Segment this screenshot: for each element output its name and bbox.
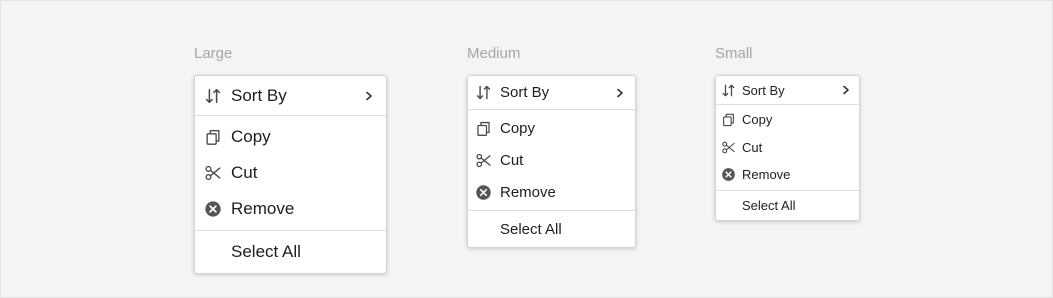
menu-item-remove[interactable]: Remove	[195, 191, 386, 227]
menu-item-copy[interactable]: Copy	[468, 112, 635, 144]
menu-item-label: Remove	[742, 167, 791, 183]
menu-separator	[468, 109, 635, 110]
size-label: Medium	[467, 45, 521, 62]
menu-item-cut[interactable]: Cut	[716, 134, 859, 162]
menu-item-label: Sort By	[742, 82, 785, 98]
remove-circle-icon	[204, 200, 222, 218]
menu-item-select-all[interactable]: Select All	[195, 234, 386, 270]
chevron-right-icon	[615, 88, 625, 98]
menu-item-select-all[interactable]: Select All	[468, 213, 635, 245]
menu-item-copy[interactable]: Copy	[716, 106, 859, 134]
remove-circle-icon	[721, 167, 736, 182]
menu-item-label: Cut	[742, 139, 763, 155]
size-label: Large	[194, 45, 233, 62]
menu-item-label: Remove	[231, 199, 295, 218]
chevron-right-icon	[841, 85, 851, 95]
menu-item-label: Select All	[500, 220, 562, 238]
menu-item-cut[interactable]: Cut	[468, 144, 635, 176]
menu-item-label: Cut	[231, 163, 258, 182]
menu-item-sort-by[interactable]: Sort By	[468, 78, 635, 107]
chevron-right-icon	[364, 91, 374, 101]
menu-item-label: Select All	[742, 197, 796, 213]
size-label: Small	[715, 45, 753, 62]
scissors-icon	[204, 164, 222, 182]
scissors-icon	[475, 152, 492, 169]
menu-item-select-all[interactable]: Select All	[716, 192, 859, 220]
menu-item-label: Cut	[500, 151, 524, 169]
menu-item-sort-by[interactable]: Sort By	[195, 79, 386, 112]
menu-separator	[195, 230, 386, 231]
context-menu: Sort By Copy Cut Remove Select All	[194, 75, 387, 274]
copy-icon	[475, 120, 492, 137]
menu-separator	[716, 104, 859, 105]
menu-separator	[468, 210, 635, 211]
menu-item-remove[interactable]: Remove	[716, 161, 859, 189]
menu-item-label: Select All	[231, 242, 301, 261]
menu-item-label: Copy	[231, 127, 271, 146]
scissors-icon	[721, 140, 736, 155]
menu-item-copy[interactable]: Copy	[195, 119, 386, 155]
menu-item-label: Sort By	[231, 85, 287, 105]
context-menu: Sort By Copy Cut Remove Select All	[467, 75, 636, 248]
menu-item-sort-by[interactable]: Sort By	[716, 77, 859, 103]
sort-arrows-icon	[204, 87, 222, 105]
menu-item-label: Sort By	[500, 84, 550, 101]
copy-icon	[721, 112, 736, 127]
menu-separator	[716, 189, 859, 191]
menu-item-cut[interactable]: Cut	[195, 155, 386, 191]
menu-item-label: Remove	[500, 183, 556, 201]
context-menu: Sort By Copy Cut Remove Select All	[715, 75, 860, 221]
menu-item-label: Copy	[742, 112, 773, 128]
remove-circle-icon	[475, 184, 492, 201]
menu-item-remove[interactable]: Remove	[468, 176, 635, 208]
sort-arrows-icon	[721, 83, 736, 98]
menu-item-label: Copy	[500, 119, 536, 137]
copy-icon	[204, 128, 222, 146]
menu-separator	[195, 115, 386, 116]
sort-arrows-icon	[475, 84, 492, 101]
